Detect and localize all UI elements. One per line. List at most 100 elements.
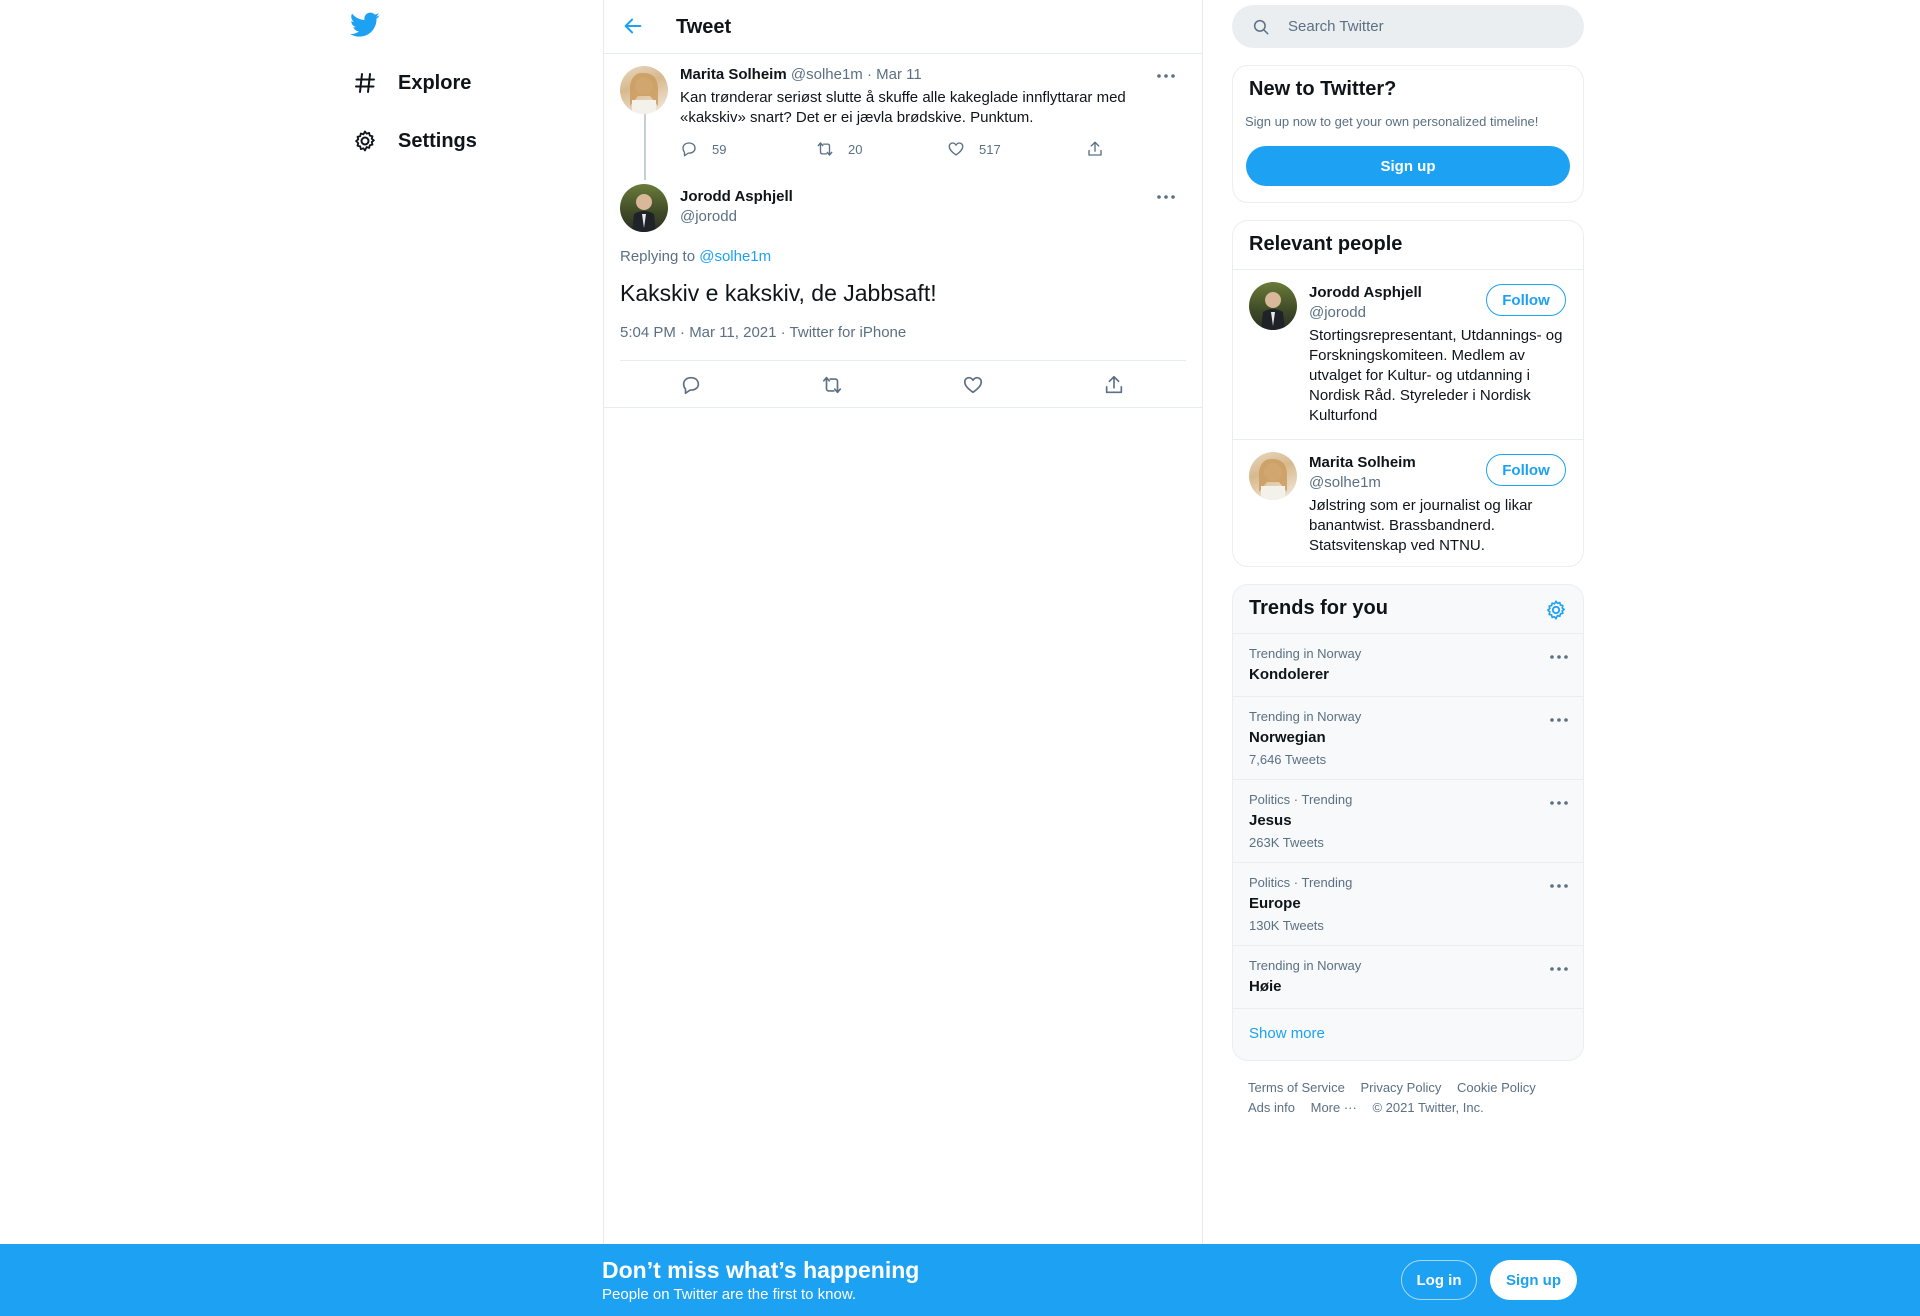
signup-button[interactable]: Sign up (1490, 1260, 1577, 1300)
trends-card: Trends for you Trending in Norway Kondol… (1232, 584, 1584, 1061)
retweet-button[interactable]: 20 (816, 140, 862, 158)
right-sidebar: New to Twitter? Sign up now to get your … (1232, 0, 1584, 1316)
more-icon[interactable] (1152, 188, 1180, 206)
trend-item[interactable]: Trending in Norway Kondolerer (1233, 633, 1583, 696)
more-icon[interactable] (1545, 794, 1573, 812)
retweet-button[interactable] (821, 374, 843, 396)
cookie-link[interactable]: Cookie Policy (1457, 1080, 1536, 1095)
reply-count: 59 (712, 141, 727, 157)
tweet-text: Kakskiv e kakskiv, de Jabbsaft! (620, 280, 937, 306)
like-button[interactable]: 517 (947, 140, 1001, 158)
replying-handle-link[interactable]: @solhe1m (699, 248, 771, 265)
search-bar[interactable] (1232, 5, 1584, 48)
show-more-link[interactable]: Show more (1249, 1025, 1325, 1042)
trend-name: Kondolerer (1249, 666, 1330, 683)
person-bio: Stortingsrepresentant, Utdannings- og Fo… (1309, 327, 1563, 424)
card-title: Relevant people (1249, 233, 1403, 255)
share-button[interactable] (1086, 140, 1104, 158)
replying-to: Replying to @solhe1m (620, 248, 771, 265)
trend-context: Trending in Norway (1249, 709, 1362, 724)
author-name[interactable]: Jorodd Asphjell (680, 188, 793, 205)
like-button[interactable] (962, 374, 984, 396)
person-name[interactable]: Jorodd Asphjell (1309, 284, 1422, 301)
tweet-text: Kan trønderar seriøst slutte å skuffe al… (680, 89, 1126, 126)
author-handle[interactable]: @solhe1m (791, 66, 863, 83)
nav-item-explore[interactable]: Explore (340, 54, 471, 112)
banner-subtitle: People on Twitter are the first to know. (602, 1286, 857, 1303)
person-bio: Jølstring som er journalist og likar ban… (1309, 497, 1533, 554)
share-icon (1088, 141, 1102, 156)
settings-gear-icon[interactable] (1545, 599, 1567, 621)
trend-item[interactable]: Politics · Trending Jesus 263K Tweets (1233, 779, 1583, 862)
trend-count: 7,646 Tweets (1249, 752, 1327, 767)
follow-button[interactable]: Follow (1486, 454, 1566, 486)
ads-info-link[interactable]: Ads info (1248, 1100, 1295, 1115)
gear-icon (340, 129, 390, 153)
more-link[interactable]: More ··· (1311, 1100, 1357, 1115)
more-icon[interactable] (1545, 648, 1573, 666)
follow-button[interactable]: Follow (1486, 284, 1566, 316)
retweet-icon (817, 142, 833, 156)
reply-icon (682, 376, 700, 395)
heart-icon (948, 142, 964, 156)
retweet-count: 20 (848, 141, 863, 157)
nav-item-label: Explore (398, 71, 472, 94)
trend-name: Europe (1249, 895, 1301, 912)
author-name[interactable]: Marita Solheim (680, 66, 787, 83)
terms-link[interactable]: Terms of Service (1248, 1080, 1345, 1095)
share-icon (1105, 375, 1123, 394)
trend-count: 130K Tweets (1249, 918, 1324, 933)
trend-context: Trending in Norway (1249, 646, 1362, 661)
trend-context: Politics · Trending (1249, 875, 1353, 890)
more-icon[interactable] (1545, 877, 1573, 895)
more-icon[interactable] (1545, 960, 1573, 978)
avatar[interactable] (1249, 282, 1297, 330)
reply-button[interactable] (680, 374, 702, 396)
page-title: Tweet (676, 16, 732, 38)
trend-name: Norwegian (1249, 729, 1326, 746)
main-column: Tweet Marita Solheim @solhe1m · Mar 11 K… (603, 0, 1203, 1316)
copyright: © 2021 Twitter, Inc. (1372, 1100, 1484, 1115)
avatar[interactable] (620, 66, 668, 114)
card-title: New to Twitter? (1249, 78, 1397, 100)
trend-item[interactable]: Trending in Norway Høie (1233, 945, 1583, 1008)
share-button[interactable] (1103, 374, 1125, 396)
reply-icon (682, 142, 696, 157)
new-to-twitter-card: New to Twitter? Sign up now to get your … (1232, 65, 1584, 203)
person-handle[interactable]: @solhe1m (1309, 474, 1381, 491)
author-handle[interactable]: @jorodd (680, 208, 737, 225)
trend-item[interactable]: Politics · Trending Europe 130K Tweets (1233, 862, 1583, 945)
reply-button[interactable]: 59 (680, 140, 726, 158)
tweet-date[interactable]: · Mar 11 (867, 66, 922, 83)
divider (620, 360, 1186, 361)
privacy-link[interactable]: Privacy Policy (1360, 1080, 1441, 1095)
divider (604, 407, 1202, 408)
footer-links: Terms of Service Privacy Policy Cookie P… (1248, 1078, 1578, 1118)
avatar[interactable] (1249, 452, 1297, 500)
relevant-people-card: Relevant people Jorodd Asphjell @jorodd … (1232, 220, 1584, 567)
trend-item[interactable]: Trending in Norway Norwegian 7,646 Tweet… (1233, 696, 1583, 779)
trend-name: Høie (1249, 978, 1282, 995)
signup-button[interactable]: Sign up (1246, 146, 1570, 186)
twitter-logo-icon[interactable] (350, 12, 380, 42)
signup-banner: Don’t miss what’s happening People on Tw… (0, 1244, 1920, 1316)
back-arrow-icon[interactable] (622, 15, 644, 37)
more-icon[interactable] (1545, 711, 1573, 729)
trend-name: Jesus (1249, 812, 1292, 829)
search-icon (1252, 18, 1270, 36)
avatar[interactable] (620, 184, 668, 232)
heart-icon (963, 376, 983, 394)
divider (1233, 1008, 1583, 1009)
person-item[interactable]: Jorodd Asphjell @jorodd Follow Stortings… (1233, 269, 1583, 439)
card-subtitle: Sign up now to get your own personalized… (1245, 114, 1539, 129)
login-button[interactable]: Log in (1401, 1260, 1477, 1300)
more-icon[interactable] (1152, 67, 1180, 85)
person-name[interactable]: Marita Solheim (1309, 454, 1416, 471)
person-item[interactable]: Marita Solheim @solhe1m Follow Jølstring… (1233, 439, 1583, 566)
trend-context: Trending in Norway (1249, 958, 1362, 973)
trend-context: Politics · Trending (1249, 792, 1353, 807)
person-handle[interactable]: @jorodd (1309, 304, 1366, 321)
nav-item-settings[interactable]: Settings (340, 112, 477, 170)
tweet-metadata[interactable]: 5:04 PM · Mar 11, 2021 · Twitter for iPh… (620, 324, 906, 341)
search-input[interactable] (1288, 13, 1568, 40)
